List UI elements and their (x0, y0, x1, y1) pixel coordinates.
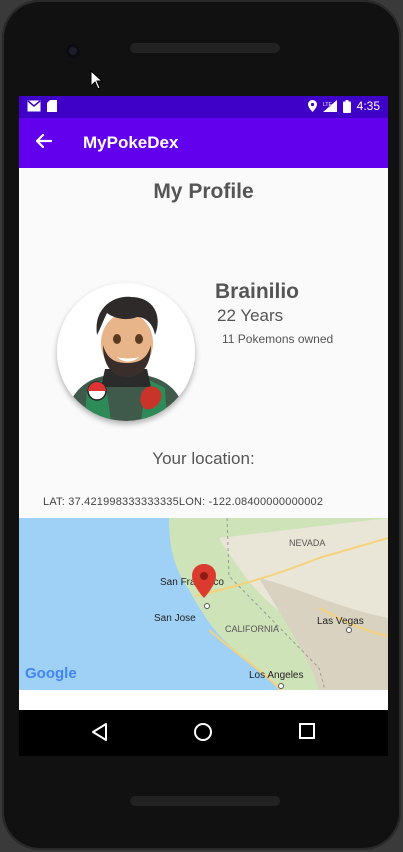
svg-text:LTE: LTE (323, 102, 332, 108)
mouse-cursor-icon (90, 70, 104, 90)
map-pin-icon[interactable] (192, 564, 216, 598)
app-bar: MyPokeDex (19, 118, 388, 168)
map-label-california: CALIFORNIA (225, 624, 280, 634)
profile-content: My Profile Brainilio 22 Years 11 Pokemon… (19, 168, 388, 690)
bottom-spacer (19, 690, 388, 710)
location-heading: Your location: (152, 449, 255, 468)
map-label-los-angeles: Los Angeles (249, 670, 304, 681)
bottom-speaker (130, 796, 280, 806)
pokemons-owned: 11 Pokemons owned (222, 332, 334, 346)
status-time: 4:35 (356, 99, 380, 113)
app-title: MyPokeDex (83, 133, 179, 152)
earpiece-speaker (130, 43, 280, 53)
location-coordinates: LAT: 37.421998333333335LON: -122.0840000… (43, 496, 324, 508)
location-map[interactable]: NEVADA San Francisco San Jose CALIFORNIA… (19, 518, 388, 690)
nav-recents-icon[interactable] (298, 722, 316, 740)
nav-home-icon[interactable] (193, 722, 213, 742)
nav-back-icon[interactable] (90, 722, 108, 742)
battery-icon (342, 99, 351, 113)
android-nav-bar (19, 710, 388, 756)
sd-card-icon (47, 100, 57, 112)
map-label-nevada: NEVADA (289, 538, 326, 548)
status-bar: LTE 4:35 (19, 96, 388, 118)
front-camera (66, 44, 80, 58)
arrow-back-icon[interactable] (35, 132, 53, 150)
avatar (57, 283, 195, 421)
app-screen: LTE 4:35 MyPokeDex My Profile Brainilio … (19, 96, 388, 710)
google-logo: Google (25, 665, 77, 682)
trainer-age: 22 Years (217, 306, 284, 325)
trainer-avatar-illustration (57, 283, 195, 421)
trainer-name: Brainilio (215, 280, 300, 303)
location-icon (307, 100, 317, 112)
map-label-las-vegas: Las Vegas (317, 616, 364, 627)
page-title: My Profile (153, 180, 254, 203)
gmail-icon (27, 100, 41, 112)
map-label-san-jose: San Jose (154, 613, 196, 624)
signal-icon: LTE (322, 100, 337, 112)
